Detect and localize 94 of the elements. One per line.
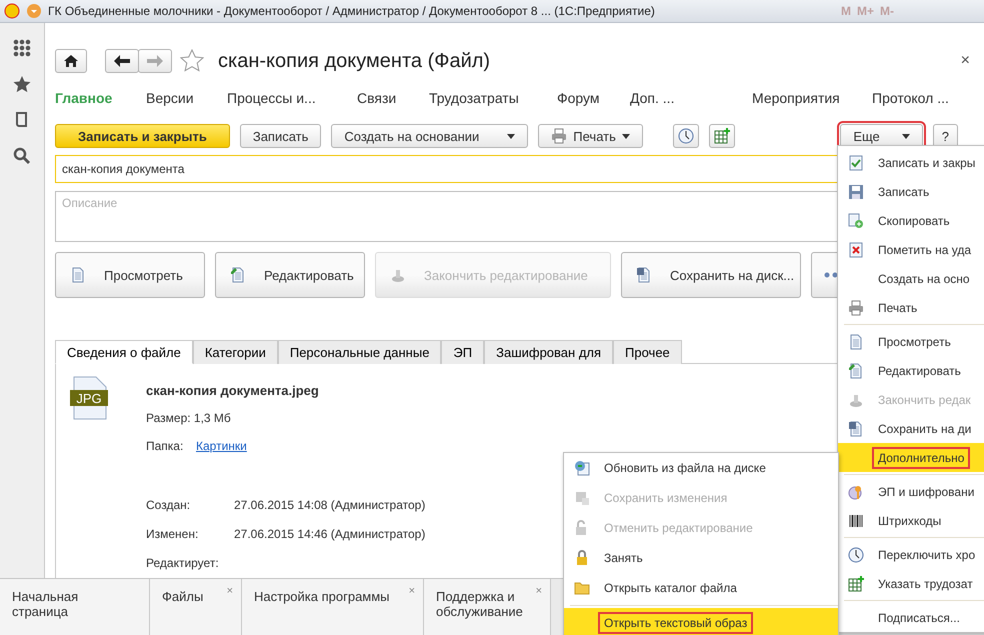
section-tab[interactable]: Версии	[146, 90, 227, 106]
menu-item[interactable]: Редактировать	[838, 356, 984, 385]
editor-label: Редактирует:	[146, 556, 219, 570]
file-type-label: JPG	[76, 391, 102, 406]
table-plus-icon	[714, 128, 730, 144]
dots-icon	[824, 272, 838, 278]
stamp-icon	[390, 267, 406, 283]
section-tab[interactable]: Доп. ...	[630, 90, 752, 106]
section-tab[interactable]: Протокол ...	[872, 90, 962, 106]
printer-icon	[551, 128, 568, 144]
file-action-button[interactable]: Редактировать	[215, 252, 365, 298]
menu-item[interactable]: ЭП и шифровани	[838, 477, 984, 506]
create-based-on-button[interactable]: Создать на основании	[331, 124, 528, 148]
menu-item[interactable]: Подписаться...	[838, 603, 984, 632]
section-tab[interactable]: Трудозатраты	[429, 90, 557, 106]
forward-arrow-icon	[147, 55, 163, 67]
open-window-tab[interactable]: Поддержка и обслуживание ×	[424, 579, 551, 635]
document-icon	[848, 334, 864, 350]
save-button[interactable]: Записать	[240, 124, 322, 148]
menu-item[interactable]: Скопировать	[838, 206, 984, 235]
menu-item[interactable]: Штрихкоды	[838, 506, 984, 535]
print-button[interactable]: Печать	[538, 124, 643, 148]
caret-icon	[622, 134, 630, 138]
menu-item[interactable]: Просмотреть	[838, 327, 984, 356]
document-icon	[70, 267, 86, 283]
name-field[interactable]: скан-копия документа	[55, 155, 838, 183]
info-tab[interactable]: Сведения о файле	[55, 340, 193, 364]
info-tab[interactable]: Категории	[192, 340, 278, 364]
open-window-tab[interactable]: Начальная страница	[0, 579, 150, 635]
menu-item[interactable]: Записать	[838, 177, 984, 206]
pencil-document-icon	[230, 267, 246, 283]
caret-icon	[507, 134, 516, 138]
changed-label: Изменен:	[146, 526, 200, 540]
printer-icon	[848, 300, 864, 316]
open-window-tab[interactable]: Файлы ×	[150, 579, 242, 635]
delete-mark-icon	[848, 242, 864, 258]
back-button[interactable]	[105, 49, 139, 73]
created-label: Создан:	[146, 498, 192, 512]
menu-item[interactable]: Открыть каталог файла	[564, 573, 838, 603]
open-window-tab[interactable]: Настройка программы ×	[242, 579, 424, 635]
info-tab[interactable]: ЭП	[441, 340, 484, 364]
folder-label: Папка:	[146, 439, 184, 453]
copy-icon	[848, 212, 864, 228]
section-tab[interactable]: Форум	[557, 90, 630, 106]
section-tab[interactable]: Мероприятия	[752, 90, 872, 106]
star-outline-icon	[180, 49, 204, 73]
home-icon	[64, 55, 78, 67]
padlock-icon	[574, 550, 590, 566]
changed-value: 27.06.2015 14:46 (Администратор)	[234, 526, 426, 540]
clock-icon	[848, 546, 864, 562]
search-icon	[13, 147, 31, 165]
menu-item[interactable]: Переключить хро	[838, 540, 984, 569]
caret-icon	[902, 134, 910, 138]
file-name: скан-копия документа.jpeg	[146, 382, 319, 398]
info-tab[interactable]: Зашифрован для	[484, 340, 614, 364]
pencil-document-icon	[848, 362, 864, 378]
close-button[interactable]: ×	[960, 52, 970, 70]
star-icon	[13, 75, 31, 93]
floppy-document-icon	[636, 267, 652, 283]
menu-item[interactable]: Обновить из файла на диске	[564, 453, 838, 483]
section-tab[interactable]: Процессы и...	[227, 90, 357, 106]
barcode-icon	[848, 512, 864, 528]
dropdown-circle-icon	[26, 3, 42, 19]
apps-grid-icon	[13, 39, 31, 57]
menu-item[interactable]: Указать трудозат	[838, 569, 984, 598]
window-title: ГК Объединенные молочники - Документооборот / Администратор / Документооборот 8 ... (1С:Предприятие)	[48, 4, 655, 18]
file-action-button[interactable]: Просмотреть	[55, 252, 205, 298]
section-tab[interactable]: Связи	[357, 90, 429, 106]
app-logo-icon	[4, 3, 20, 19]
file-action-button[interactable]: Сохранить на диск...	[621, 252, 801, 298]
clock-icon	[678, 128, 694, 144]
menu-item[interactable]: Записать и закры	[838, 148, 984, 177]
created-value: 27.06.2015 14:08 (Администратор)	[234, 498, 426, 512]
info-tab[interactable]: Персональные данные	[278, 340, 442, 364]
form-title: скан-копия документа (Файл)	[218, 50, 490, 72]
history-button[interactable]	[672, 124, 699, 148]
table-plus-icon	[848, 576, 864, 592]
menu-item[interactable]: Сохранить на ди	[838, 414, 984, 443]
file-size: Размер: 1,3 Мб	[146, 411, 231, 425]
folder-icon	[574, 580, 590, 596]
info-tab[interactable]: Прочее	[613, 340, 682, 364]
floppy-document-icon	[848, 420, 864, 436]
menu-item[interactable]: Занять	[564, 543, 838, 573]
back-arrow-icon	[114, 55, 130, 67]
check-document-icon	[848, 154, 864, 170]
menu-item[interactable]: Открыть текстовый образ	[564, 608, 838, 635]
menu-item[interactable]: Дополнительно	[838, 443, 984, 472]
labor-costs-button[interactable]	[708, 124, 735, 148]
menu-item[interactable]: Печать	[838, 293, 984, 322]
folder-link[interactable]: Картинки	[196, 439, 247, 453]
save-and-close-button[interactable]: Записать и закрыть	[55, 124, 230, 148]
home-button[interactable]	[55, 49, 87, 73]
menu-item[interactable]: Создать на осно	[838, 264, 984, 293]
menu-item[interactable]: Пометить на уда	[838, 235, 984, 264]
